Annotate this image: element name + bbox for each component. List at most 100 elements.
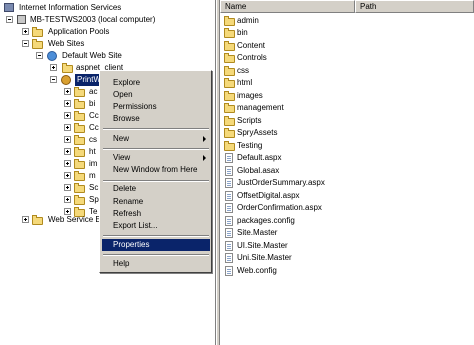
menu-item-label: New Window from Here [113, 165, 198, 174]
menu-item-label: New [113, 134, 130, 143]
submenu-arrow-icon [203, 155, 206, 161]
menu-item-explore[interactable]: Explore [102, 77, 210, 89]
tree-label: Default Web Site [62, 51, 122, 60]
expand-icon[interactable] [64, 160, 71, 167]
expand-icon[interactable] [64, 172, 71, 179]
folder-icon [74, 99, 85, 109]
folder-icon [74, 183, 85, 193]
list-item-label: JustOrderSummary.aspx [237, 178, 325, 187]
submenu-arrow-icon [203, 136, 206, 142]
tree-node-default-site[interactable]: Default Web Site [36, 50, 211, 62]
tree-label: im [89, 159, 98, 168]
tree-node-web-sites[interactable]: Web Sites [22, 38, 212, 50]
collapse-icon[interactable] [22, 40, 29, 47]
tree-node-computer[interactable]: MB-TESTWS2003 (local computer) [6, 14, 206, 26]
expand-icon[interactable] [22, 28, 29, 35]
list-item-label: html [237, 78, 253, 87]
list-item-label: management [237, 103, 284, 112]
tree-label: Web Sites [48, 39, 85, 48]
expand-icon[interactable] [64, 112, 71, 119]
folder-icon [74, 147, 85, 157]
folder-icon [32, 27, 43, 37]
iis-icon [4, 3, 14, 12]
folder-icon [224, 128, 235, 138]
menu-item-permissions[interactable]: Permissions [102, 101, 210, 113]
menu-item-open[interactable]: Open [102, 89, 210, 101]
folder-icon [224, 91, 235, 101]
folder-icon [74, 135, 85, 145]
folder-icon [224, 103, 235, 113]
list-header: Name Path [220, 0, 474, 13]
menu-item-rename[interactable]: Rename [102, 196, 210, 208]
menu-item-label: Explore [113, 78, 141, 87]
folder-icon [74, 123, 85, 133]
menu-item-new[interactable]: New [102, 133, 210, 145]
menu-item-properties[interactable]: Properties [102, 239, 210, 251]
menu-item-help[interactable]: Help [102, 258, 210, 270]
collapse-icon[interactable] [36, 52, 43, 59]
expand-icon[interactable] [64, 196, 71, 203]
menu-separator [103, 148, 209, 150]
folder-icon [74, 111, 85, 121]
menu-item-new-window[interactable]: New Window from Here [102, 164, 210, 176]
menu-item-label: Browse [113, 114, 140, 123]
expand-icon[interactable] [64, 124, 71, 131]
expand-icon[interactable] [64, 148, 71, 155]
list-item-label: admin [237, 16, 259, 25]
menu-item-refresh[interactable]: Refresh [102, 208, 210, 220]
list-item-label: Default.aspx [237, 153, 282, 162]
tree-node-iis[interactable]: Internet Information Services [4, 2, 204, 14]
menu-separator [103, 128, 209, 130]
menu-item-label: Help [113, 259, 130, 268]
folder-icon [32, 39, 43, 49]
folder-icon [224, 66, 235, 76]
collapse-icon[interactable] [6, 16, 13, 23]
column-header-path[interactable]: Path [355, 0, 474, 13]
collapse-icon[interactable] [50, 76, 57, 83]
list-item-label: Site.Master [237, 228, 278, 237]
menu-item-label: View [113, 153, 131, 162]
tree-label: MB-TESTWS2003 (local computer) [30, 15, 156, 24]
tree-label: Web Service E [48, 215, 101, 224]
file-icon [225, 178, 233, 188]
menu-item-view[interactable]: View [102, 152, 210, 164]
folder-icon [224, 116, 235, 126]
file-icon [225, 191, 233, 201]
tree-label: ac [89, 87, 98, 96]
expand-icon[interactable] [64, 184, 71, 191]
folder-icon [74, 171, 85, 181]
menu-item-browse[interactable]: Browse [102, 113, 210, 125]
menu-item-label: Permissions [113, 102, 157, 111]
tree-label: ht [89, 147, 96, 156]
tree-label: Internet Information Services [19, 3, 122, 12]
expand-icon[interactable] [22, 216, 29, 223]
file-icon [225, 266, 233, 276]
menu-item-export-list[interactable]: Export List... [102, 220, 210, 232]
tree-label: Cc [89, 123, 99, 132]
expand-icon[interactable] [64, 100, 71, 107]
folder-icon [224, 53, 235, 63]
folder-icon [74, 87, 85, 97]
menu-item-delete[interactable]: Delete [102, 183, 210, 195]
menu-separator [103, 180, 209, 182]
folder-icon [32, 215, 43, 225]
file-icon [225, 253, 233, 263]
list-item-label: Content [237, 41, 266, 50]
folder-icon [224, 78, 235, 88]
expand-icon[interactable] [64, 88, 71, 95]
globe-icon [47, 51, 57, 61]
file-icon [225, 166, 233, 176]
expand-icon[interactable] [64, 136, 71, 143]
tree-label: Sp [89, 195, 99, 204]
menu-item-label: Rename [113, 197, 144, 206]
tree-label: Cc [89, 111, 99, 120]
tree-node-app-pools[interactable]: Application Pools [22, 26, 212, 38]
list-item-label: packages.config [237, 216, 295, 225]
file-icon [225, 216, 233, 226]
expand-icon[interactable] [50, 64, 57, 71]
list-item-label: OffsetDigital.aspx [237, 191, 300, 200]
folder-icon [224, 41, 235, 51]
column-header-name[interactable]: Name [220, 0, 355, 13]
list-item-label: UI.Site.Master [237, 241, 288, 250]
list-item-label: Uni.Site.Master [237, 253, 292, 262]
